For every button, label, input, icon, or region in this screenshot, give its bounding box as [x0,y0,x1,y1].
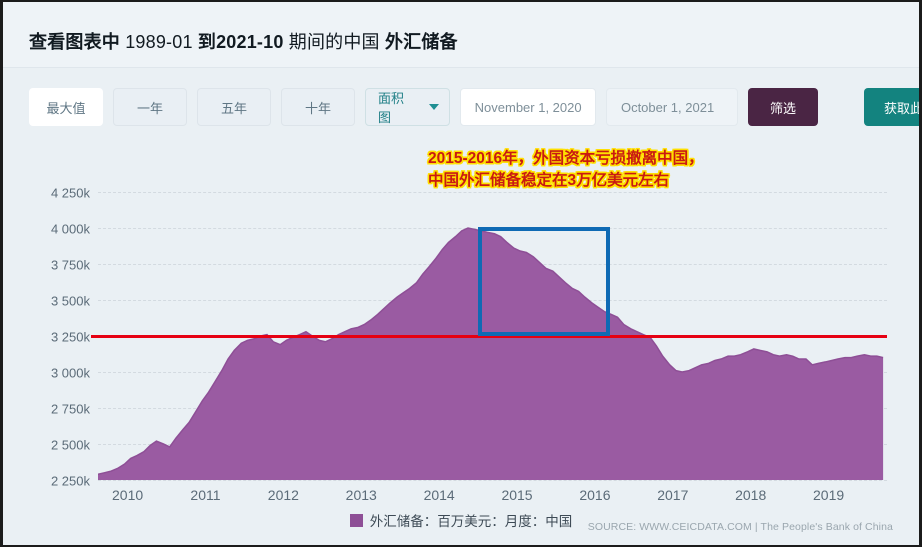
x-axis-tick-label: 2010 [112,487,144,503]
get-data-button[interactable]: 获取此数据 [863,88,919,126]
chevron-down-icon [428,104,439,110]
y-axis-tick-label: 2 250k [50,473,90,489]
range-max-button[interactable]: 最大值 [29,88,103,126]
page-title-part-3: 到2021-10 [197,32,284,52]
y-axis-tick-label: 4 250k [50,185,90,201]
y-axis-tick-label: 3 500k [50,293,90,309]
legend-series-label: 外汇储备：百万美元：月度：中国 [369,514,573,529]
y-axis-tick-label: 3 250k [50,329,90,345]
x-axis-tick-label: 2018 [735,487,767,503]
page-title-part-2: 1989-01 [120,32,198,52]
chart-page: 查看图表中 1989-01 到2021-10 期间的中国 外汇储备 最大值 一年… [0,0,922,547]
y-axis-tick-label: 2 500k [50,437,90,453]
y-axis-tick-label: 3 000k [50,365,90,381]
chart-area: 4 250k 4 000k 3 750k 3 500k 3 250k 3 000k 2 75… [3,136,919,544]
y-axis-tick-label: 3 750k [50,257,90,273]
x-axis-tick-label: 2016 [579,487,611,503]
y-axis-tick-label: 4 000k [50,221,90,237]
chart-type-select[interactable]: 面积图 [365,88,450,126]
range-1y-button[interactable]: 一年 [113,88,187,126]
annotation-line-1: 2015-2016年，外国资本亏损撤离中国， [428,150,704,167]
chart-annotation: 2015-2016年，外国资本亏损撤离中国， 中国外汇储备稳定在3万亿美元左右 [428,148,704,193]
x-axis-tick-label: 2012 [267,487,299,503]
plot-canvas: 4 250k 4 000k 3 750k 3 500k 3 250k 3 000k 2 75… [51,174,887,503]
x-axis-tick-label: 2015 [501,487,533,503]
x-axis-tick-label: 2013 [345,487,377,503]
x-axis-tick-label: 2017 [657,487,689,503]
date-to-input[interactable]: October 1, 2021 [605,88,738,126]
page-title-part-1: 查看图表中 [29,32,120,52]
chart-type-value: 面积图 [378,91,405,125]
page-title-part-4: 期间的中国 [283,32,385,52]
range-5y-button[interactable]: 五年 [197,88,271,126]
page-title: 查看图表中 1989-01 到2021-10 期间的中国 外汇储备 [29,28,458,54]
range-10y-button[interactable]: 十年 [281,88,355,126]
gridline: 2 250k [51,474,887,489]
page-title-part-5: 外汇储备 [384,32,458,52]
filter-button[interactable]: 筛选 [747,88,818,126]
x-axis-tick-label: 2011 [190,487,221,503]
y-axis-tick-label: 2 750k [50,401,90,417]
x-axis-tick-label: 2014 [423,487,455,503]
date-from-input[interactable]: November 1, 2020 [459,88,596,126]
annotation-line-2: 中国外汇储备稳定在3万亿美元左右 [428,172,670,190]
source-attribution: SOURCE: WWW.CEICDATA.COM | The People's … [587,521,893,533]
chart-toolbar: 最大值 一年 五年 十年 面积图 November 1, 2020 Octobe… [29,88,919,126]
x-axis-tick-label: 2019 [813,487,845,503]
legend-swatch-icon [349,513,363,527]
highlight-rectangle [478,226,611,336]
